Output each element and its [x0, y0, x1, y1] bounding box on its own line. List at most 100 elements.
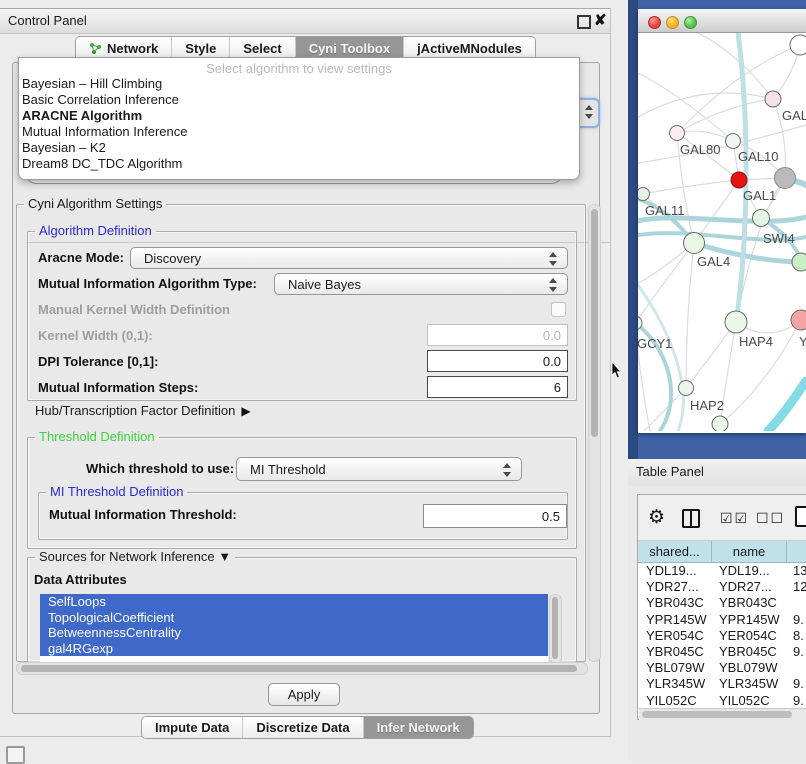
dpi-tolerance-label: DPI Tolerance [0,1]:	[38, 354, 158, 369]
table-cell: YLR345W	[638, 676, 712, 692]
node-label: SWI4	[763, 231, 795, 246]
table-cell: 9.	[787, 693, 806, 709]
algorithm-option[interactable]: Mutual Information Inference	[19, 124, 579, 140]
node-hap4[interactable]	[725, 311, 747, 333]
select-all-columns-icon[interactable]: ☑☑	[720, 510, 749, 527]
mi-steps-field[interactable]: 6	[427, 376, 568, 398]
algorithm-definition-group: Algorithm Definition Aracne Mode: Discov…	[27, 231, 577, 401]
aracne-mode-combo[interactable]: Discovery	[130, 247, 568, 269]
network-edge[interactable]	[638, 73, 733, 141]
table-row[interactable]: YPR145WYPR145W9.	[638, 612, 806, 628]
node-top-arc[interactable]	[790, 35, 806, 55]
which-threshold-combo[interactable]: MI Threshold	[236, 457, 522, 481]
mi-threshold-label: Mutual Information Threshold:	[49, 507, 237, 522]
kernel-width-label: Kernel Width (0,1):	[38, 328, 153, 343]
float-window-icon[interactable]	[577, 15, 591, 29]
close-icon[interactable]: ✘	[594, 11, 607, 29]
algorithm-option[interactable]: Basic Correlation Inference	[19, 92, 579, 108]
table-cell: YBR043C	[638, 595, 712, 611]
node-gray[interactable]	[775, 168, 796, 189]
attribute-item[interactable]: BetweennessCentrality	[40, 625, 548, 641]
gear-icon[interactable]: ⚙	[648, 506, 665, 529]
node-hap2[interactable]	[679, 381, 694, 396]
kernel-width-field[interactable]: 0.0	[427, 324, 568, 346]
node-right-green[interactable]	[792, 253, 806, 271]
manual-kernel-label: Manual Kernel Width Definition	[38, 302, 230, 317]
settings-vscrollbar[interactable]	[588, 204, 601, 662]
table-cell: 8.	[787, 628, 806, 644]
table-row[interactable]: YBR045CYBR045C9.	[638, 644, 806, 660]
network-canvas[interactable]: GALGAL80GAL10GAL1GAL11SWI4GAL4GCY1HAP4YH…	[638, 33, 806, 431]
mi-type-label: Mutual Information Algorithm Type:	[38, 276, 257, 291]
window-shadow	[628, 0, 638, 459]
node-label: HAP4	[739, 334, 773, 349]
node-gal11[interactable]	[638, 188, 650, 201]
node-gal4[interactable]	[684, 233, 705, 254]
node-gal10[interactable]	[726, 134, 741, 149]
mi-threshold-group: MI Threshold Definition Mutual Informati…	[38, 492, 568, 540]
network-edge[interactable]	[677, 99, 773, 133]
tab-discretize-data[interactable]: Discretize Data	[243, 717, 363, 738]
column-header[interactable]	[787, 541, 806, 562]
table-row[interactable]: YLR345WYLR345W9.	[638, 676, 806, 692]
bottom-tab-bar: Impute DataDiscretize DataInfer Network	[141, 716, 474, 739]
node-red[interactable]	[731, 172, 747, 188]
node-bottom-green[interactable]	[712, 416, 728, 431]
tab-impute-data[interactable]: Impute Data	[142, 717, 243, 738]
node-label: HAP2	[690, 398, 724, 413]
table-row[interactable]: YER054CYER054C8.	[638, 628, 806, 644]
network-edge[interactable]	[638, 285, 683, 431]
network-edge[interactable]	[698, 33, 773, 99]
network-edge[interactable]	[643, 180, 739, 194]
data-attributes-label: Data Attributes	[34, 572, 127, 587]
mi-threshold-field[interactable]: 0.5	[423, 504, 567, 528]
table-row[interactable]: YIL052CYIL052C9.	[638, 693, 806, 709]
tab-infer-network[interactable]: Infer Network	[364, 717, 473, 738]
table-header-row: shared...name	[638, 541, 806, 563]
attributes-scrollbar[interactable]	[549, 594, 562, 664]
dpi-tolerance-field[interactable]: 0.0	[427, 350, 568, 372]
manual-kernel-checkbox[interactable]	[551, 302, 566, 317]
node-swi4[interactable]	[753, 210, 770, 227]
column-header[interactable]: shared...	[638, 541, 712, 562]
table-cell: YBR043C	[712, 595, 787, 611]
columns-icon[interactable]	[682, 509, 700, 528]
table-cell: YPR145W	[638, 612, 712, 628]
settings-hscrollbar[interactable]	[16, 662, 588, 675]
algorithm-option[interactable]: Bayesian – K2	[19, 140, 579, 156]
table-hscrollbar[interactable]	[639, 708, 806, 720]
table-row[interactable]: YDL19...YDL19...13	[638, 563, 806, 579]
network-edge[interactable]	[638, 125, 806, 163]
network-edge[interactable]	[638, 243, 694, 323]
algorithm-definition-title: Algorithm Definition	[35, 223, 156, 238]
network-edge[interactable]	[768, 381, 806, 431]
grid-corner-icon[interactable]	[6, 746, 25, 764]
algorithm-option[interactable]: Bayesian – Hill Climbing	[19, 76, 579, 92]
close-traffic-light-icon[interactable]	[648, 16, 661, 29]
network-edge[interactable]	[686, 243, 694, 388]
table-row[interactable]: YBL079WYBL079W	[638, 660, 806, 676]
zoom-traffic-light-icon[interactable]	[684, 16, 697, 29]
algorithm-option[interactable]: ARACNE Algorithm	[19, 108, 579, 124]
document-icon[interactable]	[795, 506, 806, 527]
table-cell: YBL079W	[638, 660, 712, 676]
sources-group-title[interactable]: Sources for Network Inference ▼	[35, 549, 235, 564]
mi-algorithm-type-combo[interactable]: Naive Bayes	[274, 273, 568, 295]
column-header[interactable]: name	[712, 541, 787, 562]
hub-definition-toggle[interactable]: Hub/Transcription Factor Definition▶	[35, 403, 251, 418]
node-gal80[interactable]	[670, 126, 685, 141]
deselect-all-columns-icon[interactable]: ☐☐	[756, 510, 785, 527]
table-cell: 9.	[787, 612, 806, 628]
attribute-item[interactable]: TopologicalCoefficient	[40, 610, 548, 626]
minimize-traffic-light-icon[interactable]	[666, 16, 679, 29]
attribute-item[interactable]: gal4RGexp	[40, 641, 548, 657]
algorithm-option[interactable]: Dream8 DC_TDC Algorithm	[19, 156, 579, 172]
node-label: GAL	[782, 108, 806, 123]
node-salmon[interactable]	[791, 310, 806, 330]
table-row[interactable]: YBR043CYBR043C	[638, 595, 806, 611]
node-gal-top[interactable]	[765, 91, 781, 107]
table-row[interactable]: YDR27...YDR27...12	[638, 579, 806, 595]
apply-button[interactable]: Apply	[268, 683, 340, 706]
network-edge[interactable]	[686, 322, 736, 388]
attribute-item[interactable]: SelfLoops	[40, 594, 548, 610]
